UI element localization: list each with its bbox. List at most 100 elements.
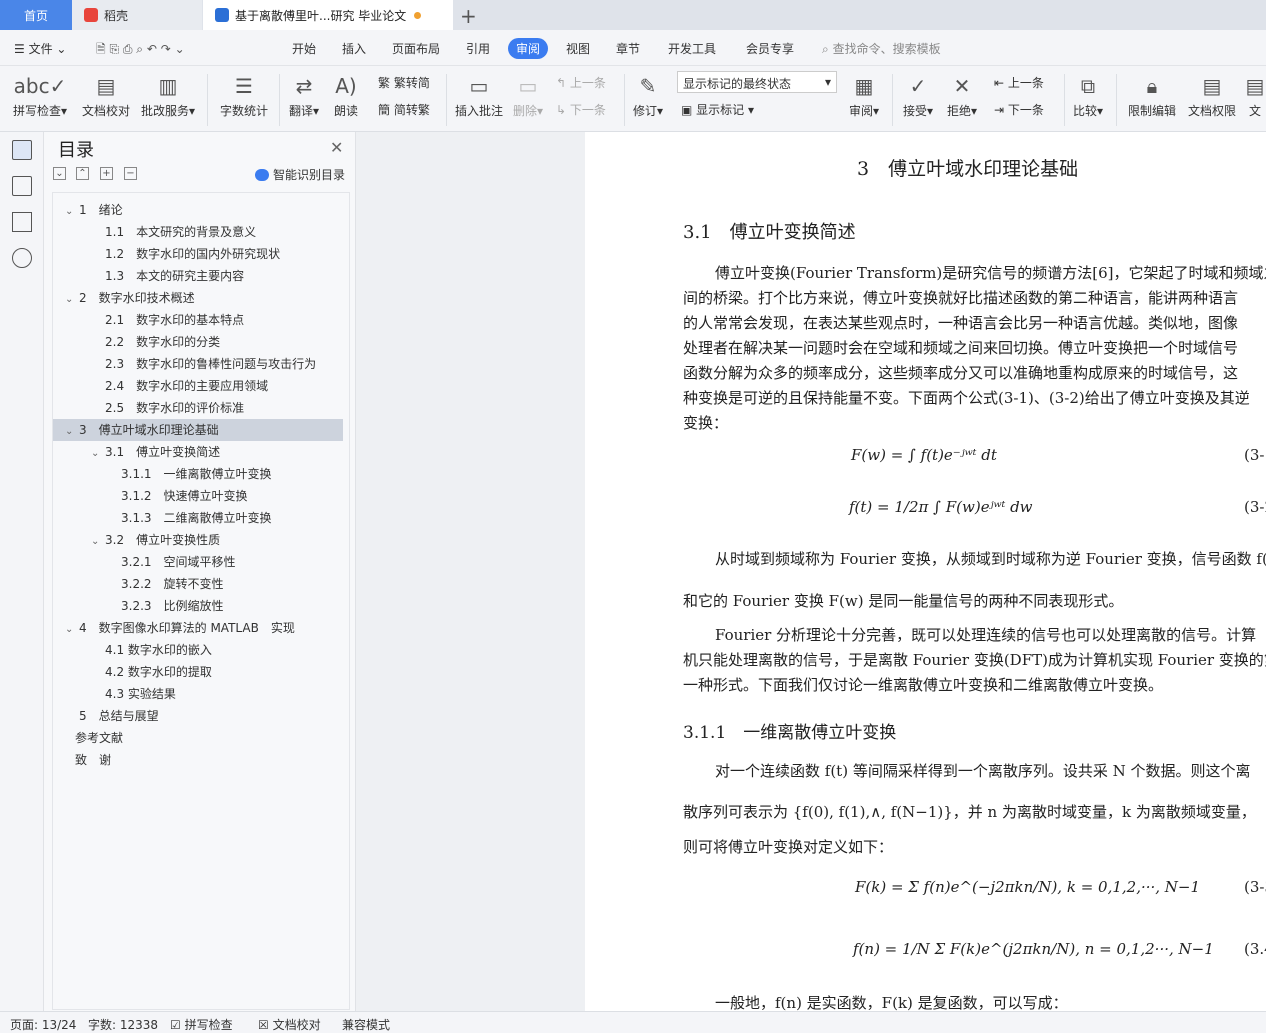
expand-icon[interactable]: ⌃ [76, 167, 89, 180]
toc-item[interactable]: 5 总结与展望 [53, 705, 343, 727]
accept-button[interactable]: ✓ 接受▾ [900, 70, 936, 119]
toc-item-label: 3.1 傅立叶变换简述 [105, 445, 221, 459]
paragraph-line: 机只能处理离散的信号，于是离散 Fourier 变换(DFT)成为计算机实现 F… [683, 651, 1266, 669]
close-icon[interactable]: ✕ [330, 138, 343, 157]
spellcheck-status[interactable]: ☑ 拼写检查 [170, 1016, 233, 1033]
revise-button[interactable]: ✎ 修订▾ [630, 70, 666, 119]
simp-to-trad-button[interactable]: 簡 简转繁 [378, 101, 430, 118]
bookmark-icon[interactable] [12, 212, 32, 232]
review-pane-button[interactable]: ▦ 审阅▾ [846, 70, 882, 119]
read-aloud-button[interactable]: A) 朗读 [328, 70, 364, 119]
toc-item[interactable]: 3.2.1 空间域平移性 [53, 551, 343, 573]
prev-change-button[interactable]: ⇤ 上一条 [994, 74, 1044, 91]
quick-access-icons[interactable]: 🗎 ⎘ ⎙ ⌕ ↶ ↷ ⌄ [96, 40, 185, 61]
tab-document[interactable]: 基于离散傅里叶...研究 毕业论文 [203, 0, 453, 30]
paragraph-line: 间的桥梁。打个比方来说，傅立叶变换就好比描述函数的第二种语言，能讲两种语言 [683, 289, 1239, 307]
compare-button[interactable]: ⧉ 比较▾ [1070, 70, 1106, 119]
display-state-select[interactable]: 显示标记的最终状态 ▾ [677, 71, 837, 93]
restrict-edit-button[interactable]: 🔒︎ 限制编辑 [1124, 70, 1180, 119]
translate-button[interactable]: ⇄ 翻译▾ [286, 70, 322, 119]
tab-home[interactable]: 首页 [0, 0, 72, 30]
remove-heading-icon[interactable]: − [124, 167, 137, 180]
toc-item[interactable]: ⌄ 3.1 傅立叶变换简述 [53, 441, 343, 463]
simp-to-trad-label: 简转繁 [393, 103, 430, 117]
toc-item[interactable]: 2.5 数字水印的评价标准 [53, 397, 343, 419]
file-menu[interactable]: ☰ 文件 ⌄ [14, 40, 66, 57]
toc-item[interactable]: ⌄ 3.2 傅立叶变换性质 [53, 529, 343, 551]
reject-button[interactable]: ✕ 拒绝▾ [944, 70, 980, 119]
chevron-down-icon[interactable]: ⌄ [65, 201, 79, 223]
menu-start[interactable]: 开始 [292, 40, 316, 57]
toc-item[interactable]: 2.3 数字水印的鲁棒性问题与攻击行为 [53, 353, 343, 375]
toc-item[interactable]: ⌄ 4 数字图像水印算法的 MATLAB 实现 [53, 617, 343, 639]
menu-view[interactable]: 视图 [566, 40, 590, 57]
toc-item[interactable]: 3.2.3 比例缩放性 [53, 595, 343, 617]
word-count-button[interactable]: ☰ 字数统计 [216, 70, 272, 119]
page-indicator[interactable]: 页面: 13/24 [10, 1016, 76, 1033]
doc-more-button[interactable]: ▤ 文 [1244, 70, 1266, 119]
collapse-icon[interactable]: ⌄ [53, 167, 66, 180]
nav-pane-icon[interactable] [12, 176, 32, 196]
chevron-down-icon[interactable]: ⌄ [91, 443, 105, 465]
toc-item[interactable]: 2.1 数字水印的基本特点 [53, 309, 343, 331]
toc-item[interactable]: ⌄ 3 傅立叶域水印理论基础 [53, 419, 343, 441]
toc-item-label: 5 总结与展望 [79, 709, 159, 723]
new-tab-icon[interactable]: + [460, 4, 477, 28]
paragraph-line: 从时域到频域称为 Fourier 变换，从频域到时域称为逆 Fourier 变换… [715, 550, 1266, 568]
toc-item[interactable]: 3.2.2 旋转不变性 [53, 573, 343, 595]
toc-item[interactable]: 1.2 数字水印的国内外研究现状 [53, 243, 343, 265]
toc-item[interactable]: 3.1.3 二维离散傅立叶变换 [53, 507, 343, 529]
menu-page-layout[interactable]: 页面布局 [392, 40, 440, 57]
toc-item[interactable]: 4.2 数字水印的提取 [53, 661, 343, 683]
toc-item[interactable]: 致 谢 [53, 749, 343, 771]
next-change-button[interactable]: ⇥ 下一条 [994, 101, 1044, 118]
search-icon[interactable] [12, 248, 32, 268]
menu-insert[interactable]: 插入 [342, 40, 366, 57]
command-search[interactable]: ⌕ 查找命令、搜索模板 [822, 40, 941, 57]
menu-chapter[interactable]: 章节 [616, 40, 640, 57]
display-state-value: 显示标记的最终状态 [683, 77, 792, 91]
delete-comment-button[interactable]: ▭ 删除▾ [510, 70, 546, 119]
status-bar: 页面: 13/24 字数: 12338 ☑ 拼写检查 ☒ 文档校对 兼容模式 [0, 1011, 1266, 1033]
proofread-status[interactable]: ☒ 文档校对 [258, 1016, 321, 1033]
doc-rights-button[interactable]: ▤ 文档权限 [1184, 70, 1240, 119]
chevron-down-icon[interactable]: ⌄ [65, 421, 79, 443]
toc-item[interactable]: 3.1.2 快速傅立叶变换 [53, 485, 343, 507]
tab-daoke[interactable]: 稻壳 [72, 0, 202, 30]
toc-item[interactable]: ⌄ 1 绪论 [53, 199, 343, 221]
toc-item[interactable]: ⌄ 2 数字水印技术概述 [53, 287, 343, 309]
toc-item[interactable]: 4.1 数字水印的嵌入 [53, 639, 343, 661]
translate-label: 翻译 [288, 104, 313, 118]
chevron-down-icon[interactable]: ⌄ [65, 289, 79, 311]
smart-toc-button[interactable]: 智能识别目录 [255, 166, 345, 183]
toc-item[interactable]: 3.1.1 一维离散傅立叶变换 [53, 463, 343, 485]
toc-item[interactable]: 参考文献 [53, 727, 343, 749]
trad-to-simp-button[interactable]: 繁 繁转简 [378, 74, 430, 91]
next-comment-button[interactable]: ↳ 下一条 [556, 101, 606, 118]
show-marks-button[interactable]: ▣ 显示标记 ▾ [681, 101, 754, 118]
chevron-down-icon[interactable]: ⌄ [91, 531, 105, 553]
menu-member[interactable]: 会员专享 [746, 40, 794, 57]
doc-check-button[interactable]: ▤ 文档校对 [78, 70, 134, 119]
toc-item-label: 1.1 本文研究的背景及意义 [105, 225, 257, 239]
toc-item[interactable]: 1.1 本文研究的背景及意义 [53, 221, 343, 243]
doc-check-label: 文档校对 [81, 104, 130, 118]
review-service-button[interactable]: ▥ 批改服务▾ [138, 70, 198, 119]
robot-icon [255, 169, 269, 181]
menu-dev-tools[interactable]: 开发工具 [668, 40, 716, 57]
toc-icon[interactable] [12, 140, 32, 160]
toc-item[interactable]: 2.2 数字水印的分类 [53, 331, 343, 353]
chevron-down-icon[interactable]: ⌄ [65, 619, 79, 641]
toc-item-label: 3.1.1 一维离散傅立叶变换 [121, 467, 272, 481]
spellcheck-button[interactable]: abc✓ 拼写检查▾ [10, 70, 70, 119]
toc-item[interactable]: 2.4 数字水印的主要应用领域 [53, 375, 343, 397]
prev-comment-button[interactable]: ↰ 上一条 [556, 74, 606, 91]
toc-item[interactable]: 1.3 本文的研究主要内容 [53, 265, 343, 287]
menu-reference[interactable]: 引用 [466, 40, 490, 57]
insert-comment-button[interactable]: ▭ 插入批注 [452, 70, 506, 119]
menu-review[interactable]: 审阅 [508, 38, 549, 59]
word-count-label: 字数统计 [219, 104, 268, 118]
add-heading-icon[interactable]: + [100, 167, 113, 180]
toc-item[interactable]: 4.3 实验结果 [53, 683, 343, 705]
word-counter[interactable]: 字数: 12338 [88, 1016, 158, 1033]
